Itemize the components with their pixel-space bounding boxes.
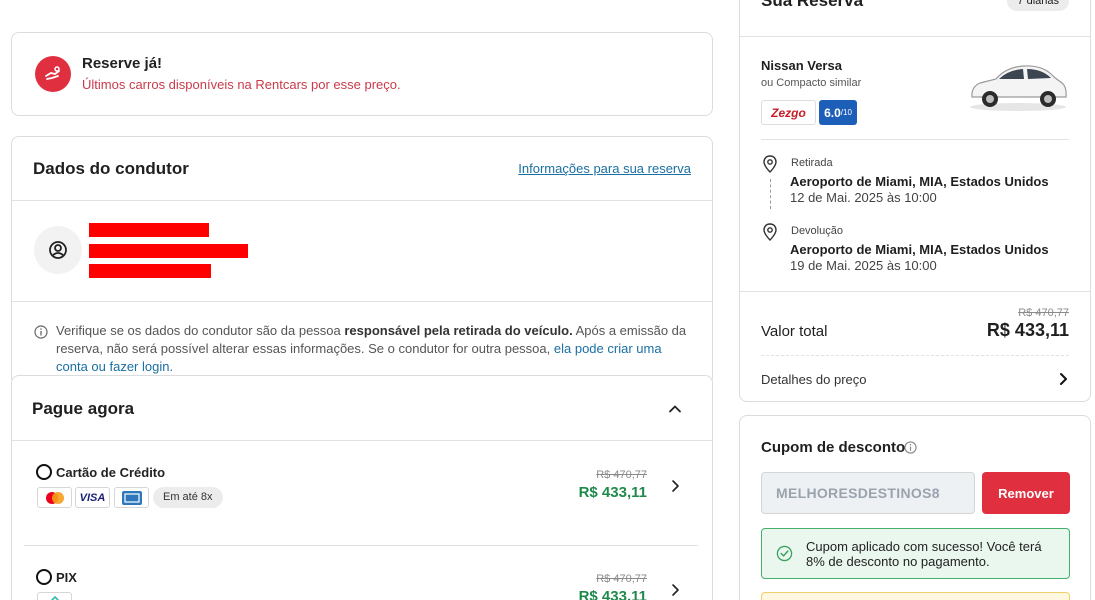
coupon-title: Cupom de desconto (761, 439, 906, 456)
driver-warning-note: Verifique se os dados do condutor são da… (56, 323, 687, 374)
urgency-alert: Reserve já! Últimos carros disponíveis n… (11, 32, 713, 116)
location-pin-icon (762, 155, 778, 178)
dropoff-label: Devolução (791, 225, 843, 237)
divider (740, 291, 1090, 292)
route-line (770, 179, 771, 209)
radio-pix[interactable] (36, 569, 52, 585)
pix-new-price: R$ 433,11 (578, 588, 647, 600)
driver-section: Dados do condutor Informações para sua r… (11, 136, 713, 386)
rental-days-badge: 7 diárias (1007, 0, 1069, 11)
coupon-success-message: Cupom aplicado com sucesso! Você terá 8%… (761, 528, 1070, 579)
installments-badge: Em até 8x (153, 487, 223, 508)
info-icon (34, 325, 48, 344)
dropoff-date: 19 de Mai. 2025 às 10:00 (790, 258, 937, 273)
chevron-right-icon[interactable] (670, 583, 680, 600)
pickup-label: Retirada (791, 157, 833, 169)
supplier-rating: 6.0/10 (819, 100, 857, 125)
mastercard-icon (37, 487, 72, 508)
credit-old-price: R$ 470,77 (596, 469, 647, 481)
price-details-link[interactable]: Detalhes do preço (761, 372, 867, 387)
coupon-code-input[interactable]: MELHORESDESTINOS8 (761, 472, 975, 514)
alert-subtitle: Últimos carros disponíveis na Rentcars p… (82, 77, 401, 92)
dropoff-location: Aeroporto de Miami, MIA, Estados Unidos (790, 242, 1049, 257)
total-price: R$ 433,11 (986, 320, 1069, 340)
reservation-title: Sua Reserva (761, 0, 864, 10)
redacted-driver-name (89, 223, 209, 237)
coupon-warning-box (761, 592, 1070, 600)
credit-card-label: Cartão de Crédito (56, 465, 166, 480)
supplier-logo: Zezgo (761, 100, 816, 125)
driver-section-title: Dados do condutor (33, 159, 189, 178)
chevron-up-icon[interactable] (668, 402, 682, 421)
divider (12, 200, 712, 201)
divider (740, 36, 1090, 37)
divider (761, 355, 1069, 356)
remove-coupon-button[interactable]: Remover (982, 472, 1070, 514)
user-avatar-icon (34, 226, 82, 274)
car-similar: ou Compacto similar (761, 77, 862, 89)
divider (12, 301, 712, 302)
check-circle-icon (776, 545, 793, 567)
credit-new-price: R$ 433,11 (578, 484, 647, 501)
coupon-section: Cupom de desconto MELHORESDESTINOS8 Remo… (739, 415, 1091, 600)
note-bold: responsável pela retirada do veículo. (344, 323, 573, 338)
redacted-driver-email (89, 244, 248, 258)
total-old-price: R$ 470,77 (1018, 307, 1069, 319)
pay-now-title: Pague agora (32, 399, 135, 418)
divider (24, 545, 698, 546)
coupon-success-text: Cupom aplicado com sucesso! Você terá 8%… (806, 539, 1042, 569)
alert-title: Reserve já! (82, 55, 163, 72)
hand-car-icon (35, 56, 71, 92)
reservation-summary: Sua Reserva 7 diárias Nissan Versa ou Co… (739, 0, 1091, 402)
location-pin-icon (762, 223, 778, 246)
pay-now-section: Pague agora Cartão de Crédito VISA Em at… (11, 375, 713, 600)
pickup-date: 12 de Mai. 2025 às 10:00 (790, 190, 937, 205)
divider (761, 139, 1069, 140)
car-name: Nissan Versa (761, 58, 842, 73)
reservation-info-link[interactable]: Informações para sua reserva (518, 161, 691, 176)
radio-credit-card[interactable] (36, 464, 52, 480)
redacted-driver-phone (89, 264, 211, 278)
car-image (966, 59, 1070, 118)
visa-icon: VISA (75, 487, 110, 508)
amex-icon (114, 487, 149, 508)
total-label: Valor total (761, 323, 828, 340)
chevron-right-icon[interactable] (1058, 372, 1068, 391)
pix-label: PIX (56, 570, 77, 585)
pix-icon (37, 592, 72, 600)
pickup-location: Aeroporto de Miami, MIA, Estados Unidos (790, 174, 1049, 189)
chevron-right-icon[interactable] (670, 479, 680, 498)
divider (12, 440, 712, 441)
pix-old-price: R$ 470,77 (596, 573, 647, 585)
info-icon[interactable] (904, 441, 917, 459)
